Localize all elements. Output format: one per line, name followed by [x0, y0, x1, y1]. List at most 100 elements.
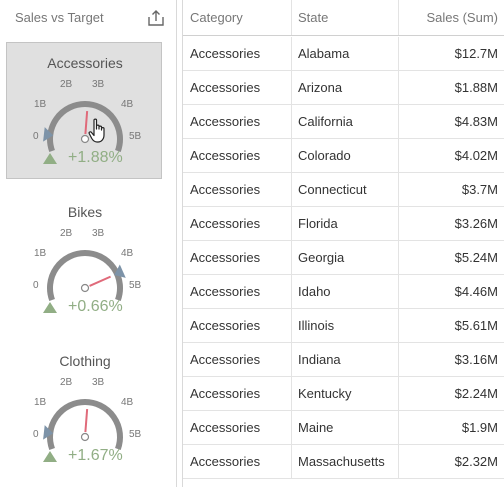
- gauge-tick-label: 2B: [60, 228, 73, 239]
- column-header-category[interactable]: Category: [183, 0, 291, 36]
- column-divider: [291, 275, 292, 308]
- gauge-delta-value: +1.88%: [68, 149, 123, 166]
- gauge-tick-label: 3B: [92, 228, 105, 239]
- table-row[interactable]: Accessories Illinois $5.61M: [183, 309, 504, 343]
- up-arrow-icon: [43, 152, 57, 164]
- cell-state: Idaho: [298, 284, 331, 299]
- gauge-delta: +1.67%: [43, 447, 123, 465]
- column-header-state[interactable]: State: [291, 0, 398, 36]
- column-divider: [398, 343, 399, 376]
- cell-state: Massachusetts: [298, 454, 385, 469]
- gauges-panel: Sales vs Target Accessories 0 1B 2B 3B 4B 5B +1…: [0, 0, 177, 487]
- gauge-tick-label: 3B: [92, 377, 105, 388]
- column-divider: [398, 275, 399, 308]
- cell-sales: $5.24M: [454, 250, 498, 265]
- table-row[interactable]: Accessories California $4.83M: [183, 105, 504, 139]
- export-button[interactable]: [146, 8, 166, 28]
- cell-state: Indiana: [298, 352, 341, 367]
- column-header-sales[interactable]: Sales (Sum): [398, 0, 504, 36]
- cell-sales: $4.83M: [454, 114, 498, 129]
- panel-title: Sales vs Target: [15, 10, 104, 25]
- cell-category: Accessories: [190, 46, 261, 61]
- column-divider: [291, 173, 292, 206]
- table-row[interactable]: Accessories Florida $3.26M: [183, 207, 504, 241]
- cell-state: California: [298, 114, 353, 129]
- gauge-tick-label: 1B: [34, 397, 47, 408]
- cell-state: Illinois: [298, 318, 335, 333]
- gauge-tick-label: 4B: [121, 397, 134, 408]
- gauge-tick-label: 5B: [129, 131, 142, 142]
- gauge-tick-label: 4B: [121, 248, 134, 259]
- cell-category: Accessories: [190, 182, 261, 197]
- cell-state: Colorado: [298, 148, 351, 163]
- column-divider: [291, 309, 292, 342]
- gauge-tick-label: 2B: [60, 377, 73, 388]
- column-divider: [291, 71, 292, 104]
- data-grid: Category State Sales (Sum) Accessories Al…: [182, 0, 504, 487]
- cell-state: Kentucky: [298, 386, 352, 401]
- column-divider: [398, 241, 399, 274]
- cell-category: Accessories: [190, 352, 261, 367]
- table-row[interactable]: Accessories Idaho $4.46M: [183, 275, 504, 309]
- table-row[interactable]: Accessories Indiana $3.16M: [183, 343, 504, 377]
- column-divider: [291, 241, 292, 274]
- cell-state: Arizona: [298, 80, 343, 95]
- gauge-tick-label: 4B: [121, 99, 134, 110]
- cell-state: Florida: [298, 216, 338, 231]
- panel-header: Sales vs Target: [0, 0, 177, 36]
- export-icon: [148, 10, 164, 26]
- cell-category: Accessories: [190, 284, 261, 299]
- cell-category: Accessories: [190, 420, 261, 435]
- column-divider: [291, 37, 292, 70]
- column-divider: [398, 105, 399, 138]
- column-divider: [398, 139, 399, 172]
- grid-header: Category State Sales (Sum): [183, 0, 504, 36]
- table-row[interactable]: Accessories Georgia $5.24M: [183, 241, 504, 275]
- cell-sales: $1.9M: [461, 420, 498, 435]
- gauge-tick-label: 3B: [92, 79, 105, 90]
- gauge-delta: +0.66%: [43, 298, 123, 316]
- table-row[interactable]: Accessories Connecticut $3.7M: [183, 173, 504, 207]
- column-divider: [291, 105, 292, 138]
- cell-sales: $1.88M: [454, 80, 498, 95]
- cell-sales: $2.24M: [454, 386, 498, 401]
- column-divider: [291, 343, 292, 376]
- column-divider: [291, 377, 292, 410]
- gauge-card[interactable]: Accessories 0 1B 2B 3B 4B 5B +1.88%: [6, 42, 162, 179]
- cell-category: Accessories: [190, 318, 261, 333]
- gauge-needle: [84, 111, 89, 135]
- gauge-needle-hub: [80, 432, 90, 442]
- column-divider: [398, 71, 399, 104]
- gauge-tick-label: 1B: [34, 99, 47, 110]
- column-divider: [291, 445, 292, 478]
- gauge-tick-label: 0: [33, 429, 39, 440]
- gauge-card[interactable]: Clothing 0 1B 2B 3B 4B 5B +1.67%: [6, 340, 162, 477]
- gauge-tick-label: 5B: [129, 429, 142, 440]
- gauge-needle: [84, 409, 89, 433]
- table-row[interactable]: Accessories Arizona $1.88M: [183, 71, 504, 105]
- table-row[interactable]: Accessories Massachusetts $2.32M: [183, 445, 504, 479]
- cell-category: Accessories: [190, 250, 261, 265]
- cell-category: Accessories: [190, 454, 261, 469]
- column-divider: [398, 377, 399, 410]
- cell-sales: $3.26M: [454, 216, 498, 231]
- table-row[interactable]: Accessories Colorado $4.02M: [183, 139, 504, 173]
- column-divider: [398, 173, 399, 206]
- gauge-delta-value: +0.66%: [68, 298, 123, 315]
- table-row[interactable]: Accessories Maine $1.9M: [183, 411, 504, 445]
- cell-sales: $4.46M: [454, 284, 498, 299]
- gauge-needle-hub: [80, 283, 90, 293]
- cell-sales: $2.32M: [454, 454, 498, 469]
- cell-state: Georgia: [298, 250, 345, 265]
- up-arrow-icon: [43, 301, 57, 313]
- table-row[interactable]: Accessories Kentucky $2.24M: [183, 377, 504, 411]
- gauge-delta-value: +1.67%: [68, 447, 123, 464]
- gauge-card[interactable]: Bikes 0 1B 2B 3B 4B 5B +0.66%: [6, 191, 162, 328]
- cell-category: Accessories: [190, 386, 261, 401]
- cell-category: Accessories: [190, 114, 261, 129]
- table-row[interactable]: Accessories Alabama $12.7M: [183, 37, 504, 71]
- column-divider: [291, 411, 292, 444]
- column-divider: [291, 139, 292, 172]
- gauge-tick-label: 5B: [129, 280, 142, 291]
- gauge-tick-label: 0: [33, 280, 39, 291]
